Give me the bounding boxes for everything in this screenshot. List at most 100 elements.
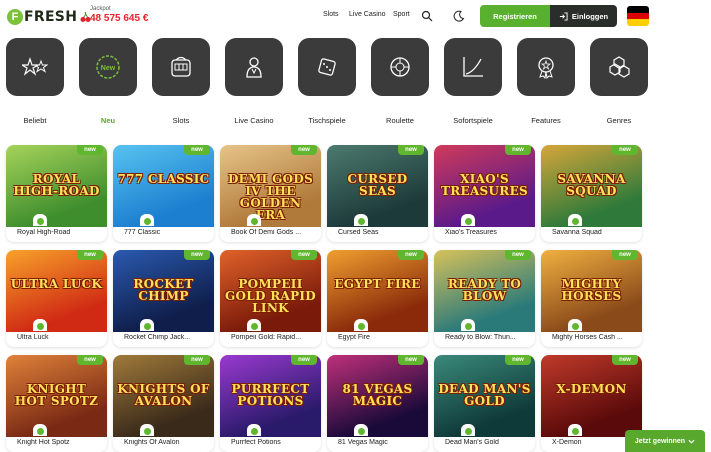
game-card[interactable]: ULTRA LUCK new Ultra Luck [6, 250, 107, 347]
new-badge: new [77, 250, 103, 260]
category-roulette[interactable]: Roulette [371, 38, 429, 125]
register-button[interactable]: Registrieren [480, 5, 550, 27]
new-badge: new [398, 355, 424, 365]
nav-sport[interactable]: Sport [393, 11, 410, 18]
site-header: F FRESH Jackpot 48 575 645 € Slots Live … [0, 0, 711, 34]
category-live-casino[interactable]: Live Casino [225, 38, 283, 125]
category-beliebt[interactable]: Beliebt [6, 38, 64, 125]
game-card[interactable]: XIAO'S TREASURES new Xiao's Treasures [434, 145, 535, 242]
game-card[interactable]: DEMI GODS IV THE GOLDEN ERA new Book Of De… [220, 145, 321, 242]
new-badge: new [505, 250, 531, 260]
dealer-icon [225, 38, 283, 96]
new-icon: New [79, 38, 137, 96]
game-thumbnail[interactable]: ROCKET CHIMP new [113, 250, 214, 332]
new-badge: new [184, 145, 210, 155]
new-badge: new [505, 355, 531, 365]
game-thumbnail[interactable]: SAVANNA SQUAD new [541, 145, 642, 227]
game-thumbnail[interactable]: KNIGHTS OF AVALON new [113, 355, 214, 437]
provider-icon [247, 319, 261, 331]
provider-icon [461, 214, 475, 226]
provider-icon [247, 424, 261, 436]
category-bar: Beliebt New Neu Slots Live Casino Tischs… [0, 38, 711, 128]
game-card[interactable]: 777 CLASSIC new 777 Classic [113, 145, 214, 242]
login-button[interactable]: Einloggen [550, 5, 617, 27]
game-art-title: ROCKET CHIMP [133, 277, 194, 303]
logo-text: FRESH [24, 9, 78, 25]
game-name: Ultra Luck [17, 334, 49, 341]
login-icon [559, 11, 568, 21]
provider-icon [568, 319, 582, 331]
new-badge: new [398, 145, 424, 155]
game-name: Xiao's Treasures [445, 229, 497, 236]
game-thumbnail[interactable]: DEMI GODS IV THE GOLDEN ERA new [220, 145, 321, 227]
game-name: Ready to Blow: Thun... [445, 334, 516, 341]
game-name: Egypt Fire [338, 334, 370, 341]
provider-icon [247, 214, 261, 226]
category-label: Features [531, 116, 561, 125]
game-thumbnail[interactable]: READY TO BLOW new [434, 250, 535, 332]
language-flag[interactable] [627, 6, 649, 26]
provider-icon [354, 214, 368, 226]
game-thumbnail[interactable]: ULTRA LUCK new [6, 250, 107, 332]
provider-icon [568, 214, 582, 226]
category-tischspiele[interactable]: Tischspiele [298, 38, 356, 125]
game-art-title: X-DEMON [556, 382, 627, 396]
new-badge: new [505, 145, 531, 155]
category-slots[interactable]: Slots [152, 38, 210, 125]
game-name: Mighty Horses Cash ... [552, 334, 623, 341]
win-now-button[interactable]: Jetzt gewinnen [625, 430, 705, 452]
search-icon[interactable] [421, 10, 433, 22]
game-thumbnail[interactable]: XIAO'S TREASURES new [434, 145, 535, 227]
game-card[interactable]: PURRFECT POTIONS new Purrfect Potions [220, 355, 321, 452]
game-art-title: XIAO'S TREASURES [441, 172, 528, 198]
game-thumbnail[interactable]: MIGHTY HORSES new [541, 250, 642, 332]
category-label: Sofortspiele [453, 116, 493, 125]
game-name: Pompeii Gold: Rapid... [231, 334, 302, 341]
game-card[interactable]: MIGHTY HORSES new Mighty Horses Cash ... [541, 250, 642, 347]
jackpot-value: 48 575 645 € [90, 13, 149, 24]
game-thumbnail[interactable]: ROYAL HIGH-ROAD new [6, 145, 107, 227]
game-card[interactable]: DEAD MAN'S GOLD new Dead Man's Gold [434, 355, 535, 452]
game-thumbnail[interactable]: 777 CLASSIC new [113, 145, 214, 227]
roulette-icon [371, 38, 429, 96]
game-card[interactable]: KNIGHT HOT SPOTZ new Knight Hot Spotz [6, 355, 107, 452]
nav-live-casino[interactable]: Live Casino [349, 11, 386, 18]
game-card[interactable]: POMPEII GOLD RAPID LINK new Pompeii Gold: … [220, 250, 321, 347]
category-label: Roulette [386, 116, 414, 125]
game-thumbnail[interactable]: CURSED SEAS new [327, 145, 428, 227]
game-name: Dead Man's Gold [445, 439, 499, 446]
game-card[interactable]: READY TO BLOW new Ready to Blow: Thun... [434, 250, 535, 347]
category-genres[interactable]: Genres [590, 38, 648, 125]
game-card[interactable]: ROYAL HIGH-ROAD new Royal High-Road [6, 145, 107, 242]
game-thumbnail[interactable]: DEAD MAN'S GOLD new [434, 355, 535, 437]
provider-icon [140, 214, 154, 226]
game-thumbnail[interactable]: 81 VEGAS MAGIC new [327, 355, 428, 437]
game-card[interactable]: SAVANNA SQUAD new Savanna Squad [541, 145, 642, 242]
game-art-title: MIGHTY HORSES [561, 277, 622, 303]
game-thumbnail[interactable]: X-DEMON new [541, 355, 642, 437]
category-neu[interactable]: New Neu [79, 38, 137, 125]
category-sofortspiele[interactable]: Sofortspiele [444, 38, 502, 125]
game-thumbnail[interactable]: PURRFECT POTIONS new [220, 355, 321, 437]
category-label: Genres [606, 116, 632, 125]
game-thumbnail[interactable]: POMPEII GOLD RAPID LINK new [220, 250, 321, 332]
theme-toggle-icon[interactable] [453, 10, 465, 22]
game-card[interactable]: KNIGHTS OF AVALON new Knights Of Avalon [113, 355, 214, 452]
game-card[interactable]: CURSED SEAS new Cursed Seas [327, 145, 428, 242]
provider-icon [461, 424, 475, 436]
game-thumbnail[interactable]: EGYPT FIRE new [327, 250, 428, 332]
provider-icon [354, 424, 368, 436]
game-name: Cursed Seas [338, 229, 379, 236]
new-badge: new [291, 250, 317, 260]
logo[interactable]: F FRESH [7, 8, 91, 26]
game-name: Book Of Demi Gods ... [231, 229, 302, 236]
game-card[interactable]: ROCKET CHIMP new Rocket Chimp Jack... [113, 250, 214, 347]
game-card[interactable]: EGYPT FIRE new Egypt Fire [327, 250, 428, 347]
nav-slots[interactable]: Slots [323, 11, 339, 18]
new-badge: new [291, 355, 317, 365]
new-badge: new [184, 355, 210, 365]
game-thumbnail[interactable]: KNIGHT HOT SPOTZ new [6, 355, 107, 437]
login-label: Einloggen [571, 11, 609, 21]
game-card[interactable]: 81 VEGAS MAGIC new 81 Vegas Magic [327, 355, 428, 452]
category-features[interactable]: Features [517, 38, 575, 125]
